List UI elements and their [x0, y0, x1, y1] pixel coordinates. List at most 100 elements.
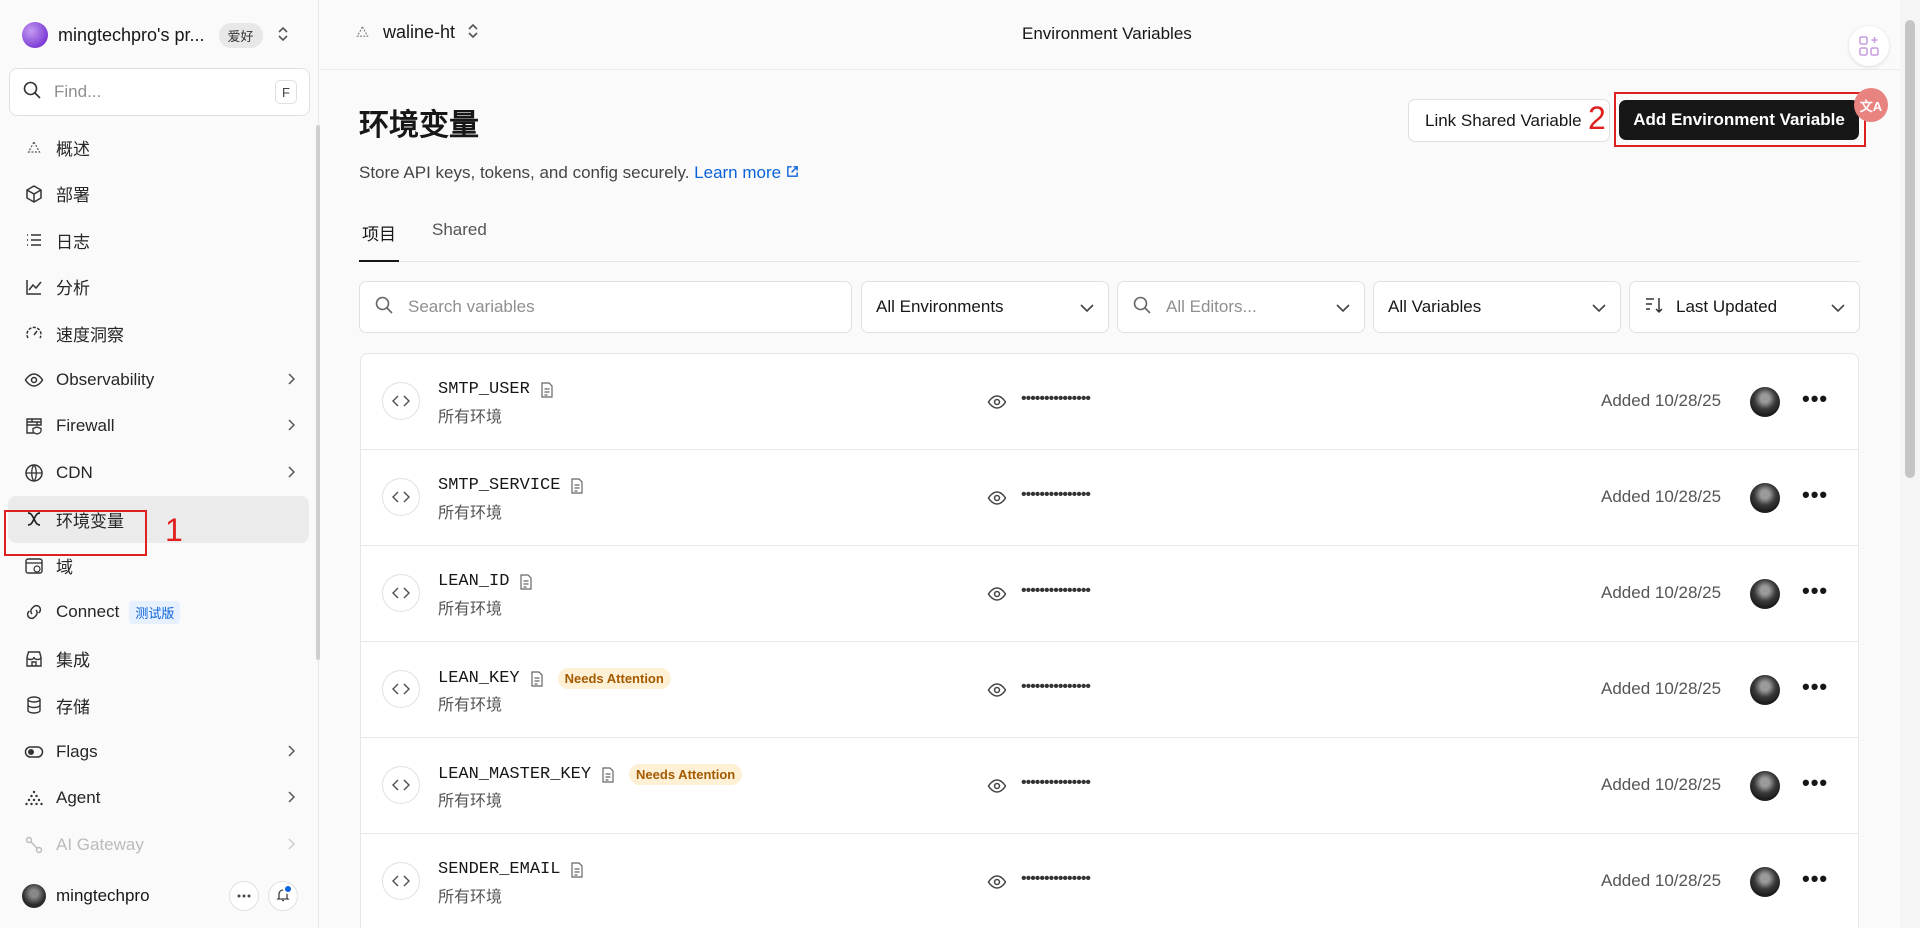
team-switcher[interactable]: mingtechpro's pr... 爱好: [22, 20, 307, 50]
gateway-icon: [24, 835, 44, 855]
note-icon[interactable]: [570, 861, 584, 878]
annotation-number-1: 1: [165, 512, 183, 548]
more-options-icon[interactable]: •••: [1802, 580, 1828, 602]
note-icon[interactable]: [530, 670, 544, 687]
apps-sparkle-icon[interactable]: [1849, 26, 1889, 66]
code-icon: [382, 574, 420, 612]
sidebar-item-firewall[interactable]: Firewall: [8, 403, 309, 450]
chevron-right-icon: [287, 370, 296, 390]
sidebar-item-label: 存储: [56, 697, 90, 717]
link-shared-variable-button[interactable]: Link Shared Variable: [1408, 99, 1610, 142]
sidebar-item-logs[interactable]: 日志: [8, 217, 309, 264]
sidebar-item-storage[interactable]: 存储: [8, 682, 309, 729]
table-row[interactable]: SMTP_SERVICE 所有环境 ••••••••••••••• Added …: [361, 450, 1858, 546]
team-avatar: [22, 22, 48, 48]
chart-line-icon: [24, 277, 44, 297]
added-date: Added 10/28/25: [1601, 871, 1722, 890]
sidebar-item-label: 分析: [56, 279, 90, 299]
translate-icon[interactable]: 文A: [1854, 88, 1888, 122]
database-icon: [24, 695, 44, 715]
switch-icon[interactable]: [277, 26, 289, 44]
code-icon: [382, 862, 420, 900]
globe-icon: [24, 463, 44, 483]
plan-badge: 爱好: [218, 22, 263, 48]
eye-icon[interactable]: [987, 488, 1007, 508]
table-row[interactable]: LEAN_ID 所有环境 ••••••••••••••• Added 10/28…: [361, 546, 1858, 642]
project-switcher[interactable]: waline-ht: [356, 22, 479, 43]
find-box[interactable]: F: [9, 68, 310, 116]
sidebar-item-speed-insights[interactable]: 速度洞察: [8, 310, 309, 357]
editors-select[interactable]: All Editors...: [1117, 281, 1365, 333]
cube-icon: [24, 184, 44, 204]
tab-shared[interactable]: Shared: [432, 220, 487, 240]
sidebar-item-label: 部署: [56, 186, 90, 206]
find-shortcut-key: F: [275, 80, 297, 104]
table-row[interactable]: LEAN_MASTER_KEY Needs Attention 所有环境 ••••…: [361, 738, 1858, 834]
user-menu[interactable]: mingtechpro: [22, 880, 307, 912]
environments-select[interactable]: All Environments: [861, 281, 1109, 333]
sort-select[interactable]: Last Updated: [1629, 281, 1860, 333]
search-variables-input[interactable]: [408, 297, 808, 317]
variable-key: LEAN_KEY: [438, 669, 520, 688]
sidebar-item-ai-gateway[interactable]: AI Gateway: [8, 822, 309, 869]
eye-icon[interactable]: [987, 584, 1007, 604]
sidebar-item-overview[interactable]: 概述: [8, 124, 309, 171]
sidebar-item-deployments[interactable]: 部署: [8, 171, 309, 218]
page-subtitle: Store API keys, tokens, and config secur…: [359, 163, 799, 183]
switch-icon[interactable]: [467, 23, 479, 42]
search-variables-box[interactable]: [359, 281, 852, 333]
table-row[interactable]: LEAN_KEY Needs Attention 所有环境 •••••••••••…: [361, 642, 1858, 738]
more-options-icon[interactable]: •••: [1802, 772, 1828, 794]
list-icon: [24, 230, 44, 250]
code-icon: [382, 766, 420, 804]
variables-table: SMTP_USER 所有环境 ••• ••• ••• ••• ••• Added 10/…: [360, 353, 1859, 928]
avatar: [22, 884, 46, 908]
gauge-icon: [24, 323, 44, 343]
sidebar-item-label: Observability: [56, 369, 155, 389]
learn-more-link[interactable]: Learn more: [694, 163, 799, 182]
sidebar-item-integrations[interactable]: 集成: [8, 636, 309, 683]
more-options-icon[interactable]: •••: [1802, 868, 1828, 890]
sidebar-item-flags[interactable]: Flags: [8, 729, 309, 776]
variable-key: LEAN_ID: [438, 572, 510, 591]
sidebar-item-cdn[interactable]: CDN: [8, 450, 309, 497]
more-options-button[interactable]: [229, 881, 259, 911]
variable-name: SMTP_USER: [438, 380, 554, 399]
sidebar-item-observability[interactable]: Observability: [8, 357, 309, 404]
store-icon: [24, 649, 44, 669]
note-icon[interactable]: [601, 766, 615, 783]
note-icon[interactable]: [570, 477, 584, 494]
active-tab-indicator: [359, 260, 399, 262]
table-row[interactable]: SMTP_USER 所有环境 ••••••••••••••• Added 10/…: [361, 354, 1858, 450]
page-scrollbar[interactable]: [1900, 0, 1920, 928]
eye-icon[interactable]: [987, 872, 1007, 892]
more-options-icon[interactable]: •••: [1802, 484, 1828, 506]
variables-select[interactable]: All Variables: [1373, 281, 1621, 333]
external-link-icon: [786, 163, 799, 182]
note-icon[interactable]: [540, 381, 554, 398]
variable-name: SMTP_SERVICE: [438, 476, 584, 495]
more-options-icon[interactable]: •••: [1802, 676, 1828, 698]
page-scrollbar-thumb[interactable]: [1905, 20, 1915, 478]
table-row[interactable]: SENDER_EMAIL 所有环境 ••••••••••••••• Added …: [361, 834, 1858, 928]
note-icon[interactable]: [519, 573, 533, 590]
eye-icon[interactable]: [987, 776, 1007, 796]
notifications-button[interactable]: [268, 881, 298, 911]
subtitle-text: Store API keys, tokens, and config secur…: [359, 163, 690, 182]
variable-environment: 所有环境: [438, 793, 503, 810]
sidebar-item-label: Flags: [56, 741, 98, 761]
eye-icon[interactable]: [987, 680, 1007, 700]
more-options-icon[interactable]: •••: [1802, 388, 1828, 410]
eye-icon[interactable]: [987, 392, 1007, 412]
sidebar-item-connect[interactable]: Connect 测试版: [8, 589, 309, 636]
added-date: Added 10/28/25: [1601, 679, 1722, 698]
sidebar-item-agent[interactable]: Agent: [8, 775, 309, 822]
find-input[interactable]: [54, 82, 275, 102]
sort-icon: [1644, 295, 1664, 320]
chevron-right-icon: [287, 788, 296, 808]
sidebar-scrollbar[interactable]: [316, 125, 320, 660]
sidebar-item-analytics[interactable]: 分析: [8, 264, 309, 311]
avatar: [1750, 579, 1780, 609]
page-header-title: Environment Variables: [1022, 24, 1192, 43]
tab-project[interactable]: 项目: [362, 220, 396, 245]
